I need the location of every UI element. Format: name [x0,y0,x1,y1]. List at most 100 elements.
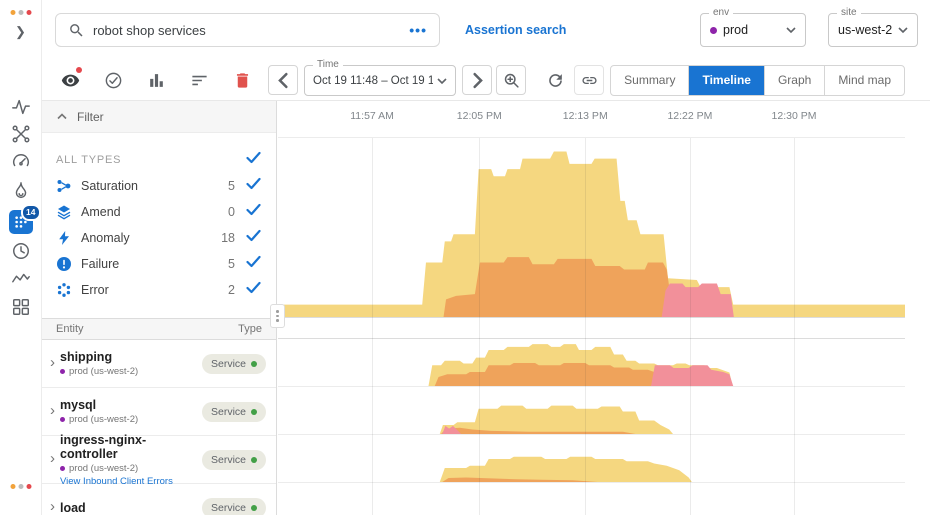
chevron-left-icon [275,72,292,89]
delete-button[interactable] [227,65,257,95]
filter-row-amend[interactable]: Amend 0 [42,199,276,225]
sort-button[interactable] [184,65,214,95]
filter-row-saturation[interactable]: Saturation 5 [42,173,276,199]
entity-row-shipping[interactable]: › shipping prod (us-west-2) Service [42,340,276,388]
timeline-row-ingress-nginx-controller[interactable] [278,435,905,483]
nav-sidebar: ❯ 14 [0,0,42,515]
time-prev-button[interactable] [268,65,298,95]
sidebar-item-apps[interactable] [10,296,32,318]
assertion-search-link[interactable]: Assertion search [465,23,566,37]
check-icon[interactable] [244,281,262,299]
chevron-down-icon [786,21,796,39]
filter-row-all-types[interactable]: ALL TYPES [42,147,276,173]
sidebar-item-gauge[interactable] [10,150,32,172]
time-range-value: Oct 19 11:48 – Oct 19 1 [313,75,433,87]
env-select[interactable]: env prod [700,13,806,47]
tab-graph[interactable]: Graph [764,66,824,95]
filter-row-error[interactable]: Error 2 [42,277,276,303]
time-range-select[interactable]: Time Oct 19 11:48 – Oct 19 1 [304,65,456,96]
search-options-icon[interactable]: ••• [409,22,427,38]
entity-name: mysql [60,398,138,412]
amend-icon [56,204,72,220]
inbound-client-errors-link[interactable]: View Inbound Client Errors [60,476,197,487]
timeline-row-load[interactable] [278,483,905,515]
site-select-value: us-west-2 [838,23,892,37]
filter-label: Amend [81,205,121,219]
share-link-button[interactable] [574,65,604,95]
filter-collapse-header[interactable]: Filter [42,101,276,133]
chevron-right-icon[interactable]: › [50,403,55,418]
series-error [651,365,733,386]
env-select-label: env [709,7,733,18]
entity-row-mysql[interactable]: › mysql prod (us-west-2) Service [42,388,276,436]
filter-count: 0 [228,205,235,219]
check-icon[interactable] [244,229,262,247]
chevron-right-icon[interactable]: › [50,355,55,370]
bar-chart-view-button[interactable] [141,65,171,95]
health-dot [251,361,257,367]
time-axis-label: 12:30 PM [772,110,817,122]
timeline-row-shipping[interactable] [278,339,905,387]
trash-icon [233,71,252,90]
topology-icon [11,124,31,144]
filter-label: Error [81,283,109,297]
time-next-button[interactable] [462,65,492,95]
sidebar-item-flame[interactable] [10,180,32,202]
sidebar-item-topology[interactable] [10,123,32,145]
entity-area-chart[interactable] [278,437,905,482]
check-icon[interactable] [244,255,262,273]
activity-icon [11,97,31,117]
entity-area-chart[interactable] [278,485,905,515]
timeline-row-mysql[interactable] [278,387,905,435]
timeline-panel: 11:57 AM12:05 PM12:13 PM12:22 PM12:30 PM [278,101,930,515]
filter-label: Saturation [81,179,138,193]
chevron-right-icon[interactable]: › [50,499,55,514]
refresh-button[interactable] [540,65,570,95]
panel-resize-handle[interactable] [270,304,285,328]
view-tabs: Summary Timeline Graph Mind map [610,65,905,96]
assertions-toggle-button[interactable] [98,65,128,95]
filter-panel: Filter ALL TYPES Saturation 5 Amend 0 [42,101,277,515]
tab-timeline[interactable]: Timeline [688,66,763,95]
entity-search-box[interactable]: ••• [55,13,440,47]
zoom-button[interactable] [496,65,526,95]
filter-list: ALL TYPES Saturation 5 Amend 0 [42,133,276,318]
chevron-right-icon[interactable]: › [50,451,55,466]
time-axis-label: 12:22 PM [667,110,712,122]
health-dot [251,505,257,511]
filter-row-failure[interactable]: Failure 5 [42,251,276,277]
env-dot [60,369,65,374]
entity-area-chart[interactable] [278,389,905,434]
check-icon[interactable] [244,203,262,221]
sidebar-item-activity[interactable] [10,96,32,118]
check-icon[interactable] [244,177,262,195]
site-select[interactable]: site us-west-2 [828,13,918,47]
bar-chart-icon [147,71,166,90]
badge-label: Service [211,358,246,370]
entity-row-ingress-nginx-controller[interactable]: › ingress-nginx-controller prod (us-west… [42,436,276,484]
entity-header-spacer [278,318,905,339]
sidebar-item-history[interactable] [10,240,32,262]
link-icon [581,72,598,89]
check-icon[interactable] [244,151,262,169]
tab-mind-map[interactable]: Mind map [824,66,904,95]
health-dot [251,457,257,463]
sidebar-item-insights-active[interactable]: 14 [9,210,33,234]
entity-row-load[interactable]: › load Service [42,484,276,515]
summary-timeline-chart[interactable] [278,138,905,318]
saturation-icon [56,178,72,194]
chevron-down-icon [898,21,908,39]
service-type-badge: Service [202,402,266,422]
search-input[interactable] [93,23,401,38]
filter-row-anomaly[interactable]: Anomaly 18 [42,225,276,251]
series-critical [444,257,689,317]
watch-button[interactable] [55,65,85,95]
badge-label: Service [211,454,246,466]
entity-env: prod (us-west-2) [69,366,138,377]
sidebar-item-trend[interactable] [10,268,32,290]
summary-area-chart[interactable] [278,141,905,317]
tab-summary[interactable]: Summary [611,66,688,95]
filter-header-label: Filter [77,110,104,124]
entity-area-chart[interactable] [278,341,905,386]
sidebar-expand-button[interactable]: ❯ [15,24,26,40]
